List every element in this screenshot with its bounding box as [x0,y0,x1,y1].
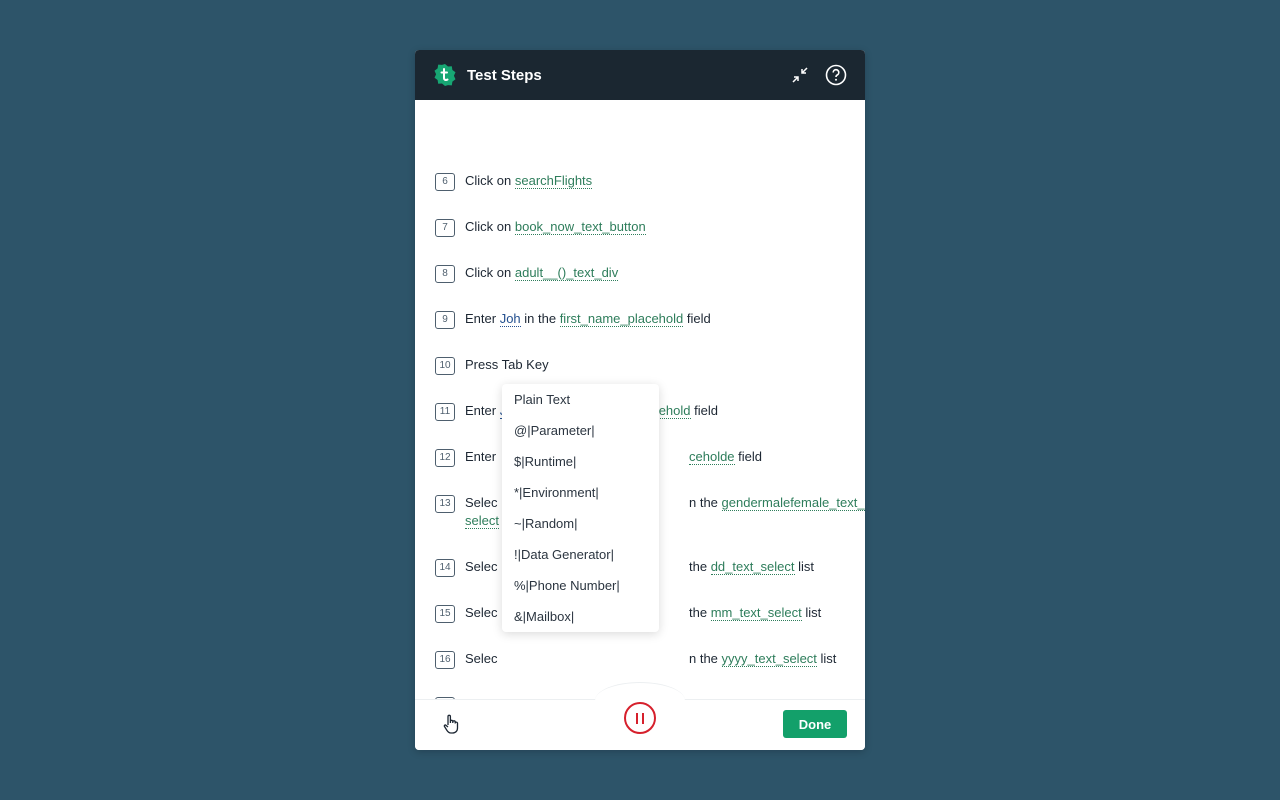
step-description: Click on adult__()_text_div [465,264,849,283]
step-text: the [689,605,711,620]
dropdown-option[interactable]: $|Runtime| [502,446,659,477]
test-step[interactable]: 16 Selec n the yyyy_text_select list [435,650,849,669]
collapse-icon[interactable] [789,64,811,86]
done-button[interactable]: Done [783,710,847,738]
test-step[interactable]: 10 Press Tab Key [435,356,849,375]
step-text: the [689,559,711,574]
step-number: 12 [435,449,455,467]
step-number: 9 [435,311,455,329]
step-number: 15 [435,605,455,623]
test-data-link[interactable]: Joh [499,311,521,327]
step-text: list [801,605,822,620]
dropdown-option[interactable]: Plain Text [502,384,659,415]
step-trailing-text: ceholde field [689,448,762,466]
panel-footer: Done [415,682,865,750]
element-link[interactable]: dd_text_select [710,559,795,575]
step-text: Click on [465,219,515,234]
step-text: Press Tab Key [465,357,549,372]
step-text: Enter [465,449,497,464]
pause-icon [642,712,644,724]
dropdown-option[interactable]: ~|Random| [502,508,659,539]
step-number: 8 [435,265,455,283]
element-link[interactable]: yyyy_text_select [721,651,817,667]
step-number: 11 [435,403,455,421]
step-number: 14 [435,559,455,577]
step-text: list [816,651,837,666]
step-number: 10 [435,357,455,375]
step-text: Enter [465,403,500,418]
element-link[interactable]: gendermalefemale_text_ [721,495,865,511]
step-description: Click on book_now_text_button [465,218,849,237]
step-text: field [734,449,763,464]
step-description: Enter Joh in the first_name_placehold fi… [465,310,849,329]
step-description: Selec n the yyyy_text_select list [465,650,849,669]
testsigma-logo [434,64,456,86]
step-number: 13 [435,495,455,513]
value-type-dropdown: Plain Text @|Parameter| $|Runtime| *|Enviro… [502,384,659,632]
element-link[interactable]: book_now_text_button [514,219,646,235]
dropdown-option[interactable]: @|Parameter| [502,415,659,446]
step-text: Selec [465,495,498,510]
step-text: list [794,559,815,574]
test-step[interactable]: 7 Click on book_now_text_button [435,218,849,237]
step-text: Selec [465,559,498,574]
hand-pointer-icon[interactable] [443,714,459,739]
step-text: n the [689,651,722,666]
pause-button[interactable] [624,702,656,734]
test-step[interactable]: 8 Click on adult__()_text_div [435,264,849,283]
step-text: Selec [465,605,498,620]
help-icon[interactable] [825,64,847,86]
step-description: Click on searchFlights [465,172,849,191]
step-text: field [683,311,711,326]
step-number: 16 [435,651,455,669]
step-trailing-text: the dd_text_select list [689,558,814,576]
test-step[interactable]: 9 Enter Joh in the first_name_placehold f… [435,310,849,329]
element-link[interactable]: searchFlights [514,173,593,189]
dropdown-option[interactable]: *|Environment| [502,477,659,508]
step-text: Selec [465,651,498,666]
step-number: 6 [435,173,455,191]
step-text: Enter [465,311,500,326]
step-trailing-text: the mm_text_select list [689,604,821,622]
element-link[interactable]: first_name_placehold [559,311,684,327]
step-description: Press Tab Key [465,356,849,375]
element-link[interactable]: mm_text_select [710,605,802,621]
dropdown-option[interactable]: !|Data Generator| [502,539,659,570]
test-step[interactable]: 6 Click on searchFlights [435,172,849,191]
pause-icon [636,712,638,724]
step-trailing-text: n the gendermalefemale_text_ [689,494,865,512]
step-text: Click on [465,265,515,280]
step-trailing-text: n the yyyy_text_select list [689,650,836,668]
dropdown-option[interactable]: &|Mailbox| [502,601,659,632]
step-text: field [690,403,718,418]
step-text: Click on [465,173,515,188]
step-text: in the [520,311,560,326]
element-link[interactable]: ceholde [689,449,735,465]
panel-title: Test Steps [467,66,542,84]
step-number: 7 [435,219,455,237]
step-text: n the [689,495,722,510]
dropdown-option[interactable]: %|Phone Number| [502,570,659,601]
element-link[interactable]: adult__()_text_div [514,265,619,281]
element-link[interactable]: select [465,513,499,529]
panel-header: Test Steps [415,50,865,100]
